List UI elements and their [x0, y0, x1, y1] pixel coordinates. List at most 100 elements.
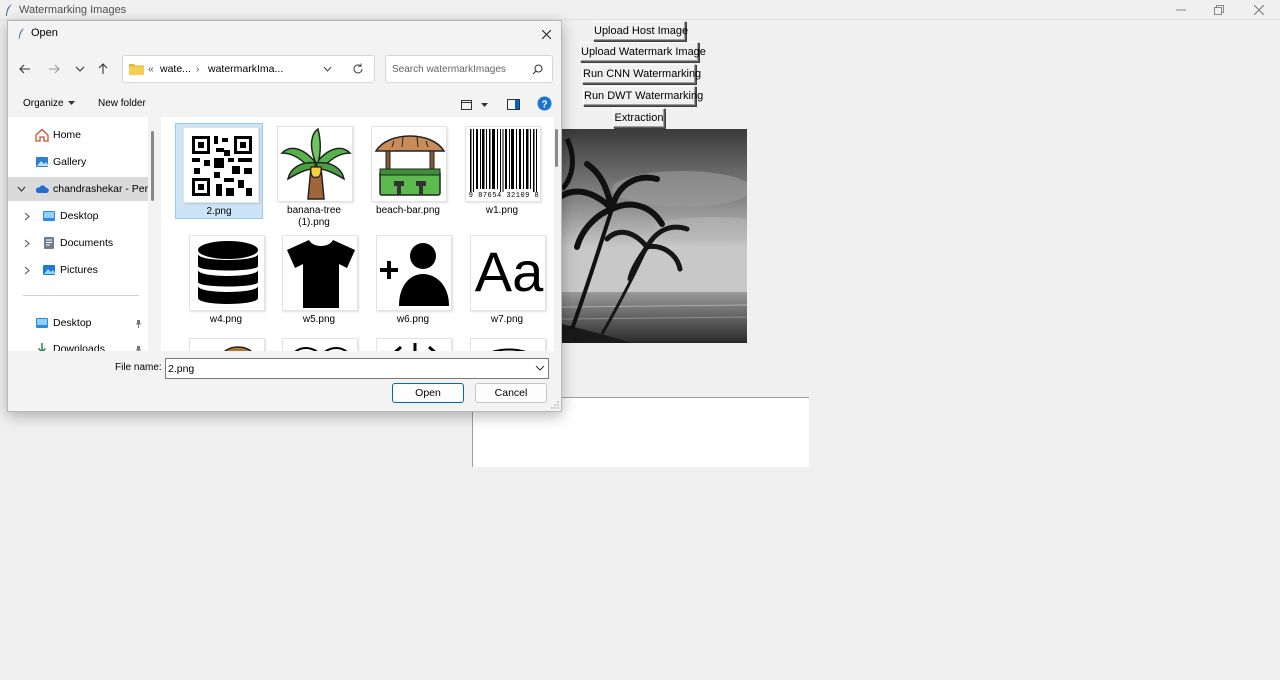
dialog-title: Open [31, 27, 58, 39]
database-stack-thumbnail [189, 235, 265, 311]
restore-icon [1214, 5, 1224, 15]
nav-pane-scrollbar[interactable] [151, 131, 154, 201]
font-aa-thumbnail: Aa [470, 235, 546, 311]
file-tile-w7[interactable]: Aa w7.png [463, 232, 551, 328]
breadcrumb-overflow[interactable]: « [148, 63, 154, 75]
arrow-left-icon [19, 64, 30, 74]
run-cnn-watermarking-button[interactable]: Run CNN Watermarking [582, 64, 701, 84]
new-folder-button[interactable]: New folder [98, 98, 146, 109]
file-name-combobox[interactable] [165, 358, 549, 379]
maximize-button[interactable] [1200, 0, 1238, 20]
up-button[interactable] [93, 59, 113, 79]
nav-divider [23, 295, 139, 296]
file-name: 2.png [206, 206, 232, 217]
file-tile-w5[interactable]: w5.png [275, 232, 363, 328]
chevron-down-icon [17, 186, 26, 192]
cancel-button[interactable]: Cancel [475, 383, 547, 403]
nav-item-home[interactable]: Home [8, 123, 148, 147]
upload-host-image-button[interactable]: Upload Host Image [593, 21, 688, 41]
organize-button[interactable]: Organize [23, 98, 76, 109]
close-window-button[interactable] [1240, 0, 1278, 20]
file-tile-w1[interactable]: 9 87654 32109 8 w1.png [458, 123, 546, 219]
nav-item-downloads[interactable]: Downloads [8, 337, 148, 351]
nav-item-label: Documents [60, 237, 114, 249]
arrow-up-icon [98, 63, 108, 74]
image-thumbnail [376, 338, 452, 351]
upload-watermark-image-button[interactable]: Upload Watermark Image [580, 42, 706, 62]
file-name-label: File name: [115, 362, 162, 373]
nav-item-onedrive[interactable]: chandrashekar - Pers [8, 177, 148, 201]
file-tile-partial[interactable] [463, 335, 551, 351]
navigation-pane[interactable]: Home Gallery chandrashekar - Pers Deskto… [8, 117, 148, 351]
search-box[interactable] [385, 55, 553, 83]
run-dwt-watermarking-button[interactable]: Run DWT Watermarking [583, 86, 703, 106]
arrow-right-icon [49, 64, 60, 74]
breadcrumb-parent[interactable]: wate... [160, 63, 191, 75]
change-view-button[interactable] [461, 99, 489, 113]
forward-button[interactable] [44, 59, 64, 79]
nav-item-gallery[interactable]: Gallery [8, 150, 148, 174]
chevron-down-icon[interactable] [535, 363, 545, 373]
tk-feather-icon [18, 28, 25, 39]
file-name: banana-tree (1).png [287, 205, 341, 228]
desktop-folder-icon [36, 318, 48, 328]
chevron-down-icon[interactable] [323, 66, 332, 73]
gallery-icon [36, 157, 48, 167]
search-icon [532, 64, 543, 75]
file-list-pane[interactable]: 2.png banana-tree (1).png beach-bar.png … [161, 117, 554, 351]
nav-item-label: Downloads [53, 343, 105, 351]
app-title-bar: Watermarking Images [0, 0, 1280, 20]
font-sample: Aa [474, 240, 544, 303]
palm-tree-thumbnail [277, 126, 353, 202]
file-name: w4.png [209, 314, 243, 325]
address-bar[interactable]: « wate... › watermarkIma... [122, 55, 375, 83]
file-pane-scrollbar[interactable] [555, 129, 558, 167]
nav-item-desktop[interactable]: Desktop [8, 204, 148, 228]
file-name: beach-bar.png [376, 205, 440, 216]
caret-down-icon [68, 101, 76, 105]
open-button[interactable]: Open [392, 383, 464, 403]
nav-item-documents[interactable]: Documents [8, 231, 148, 255]
file-tile-partial[interactable] [182, 335, 270, 351]
search-input[interactable] [392, 61, 528, 77]
barcode-digits: 9 87654 32109 8 [466, 192, 540, 200]
nav-item-pictures[interactable]: Pictures [8, 258, 148, 282]
resize-grip-icon[interactable] [551, 401, 559, 409]
onedrive-cloud-icon [35, 185, 49, 193]
file-name-input[interactable] [168, 361, 518, 376]
back-button[interactable] [15, 59, 35, 79]
file-tile-beach-bar[interactable]: beach-bar.png [364, 123, 452, 219]
desktop-folder-icon [43, 211, 55, 221]
barcode-thumbnail: 9 87654 32109 8 [465, 126, 541, 202]
nav-item-label: Home [53, 129, 82, 141]
nav-item-label: Desktop [53, 317, 92, 329]
file-tile-w4[interactable]: w4.png [182, 232, 270, 328]
file-tile-2-png[interactable]: 2.png [175, 123, 263, 219]
file-tile-partial[interactable] [275, 335, 363, 351]
nav-item-quick-desktop[interactable]: Desktop [8, 311, 148, 335]
file-name: w1.png [485, 205, 519, 216]
file-tile-w6[interactable]: w6.png [369, 232, 457, 328]
app-title: Watermarking Images [19, 4, 127, 16]
preview-pane-icon[interactable] [507, 99, 520, 110]
dialog-title-bar: Open [8, 21, 561, 46]
breadcrumb-separator: › [196, 63, 200, 75]
open-file-dialog: Open « wate... › watermarkIma... Search … [7, 20, 562, 412]
extraction-button[interactable]: Extraction [613, 108, 665, 128]
file-tile-banana-tree[interactable]: banana-tree (1).png [270, 123, 358, 231]
file-name: w5.png [302, 314, 336, 325]
image-thumbnail [470, 338, 546, 351]
file-tile-partial[interactable] [369, 335, 457, 351]
home-icon [35, 128, 49, 142]
recent-locations-button[interactable] [70, 59, 90, 79]
refresh-icon[interactable] [352, 63, 364, 75]
organize-label: Organize [23, 98, 64, 109]
dialog-close-button[interactable] [535, 23, 557, 45]
nav-item-label: Desktop [60, 210, 99, 222]
breadcrumb-current[interactable]: watermarkIma... [208, 63, 283, 75]
beach-hut-thumbnail [371, 126, 447, 202]
minimize-button[interactable] [1162, 0, 1200, 20]
help-icon[interactable]: ? [537, 96, 552, 111]
chevron-right-icon [24, 239, 30, 248]
file-name: w6.png [396, 314, 430, 325]
